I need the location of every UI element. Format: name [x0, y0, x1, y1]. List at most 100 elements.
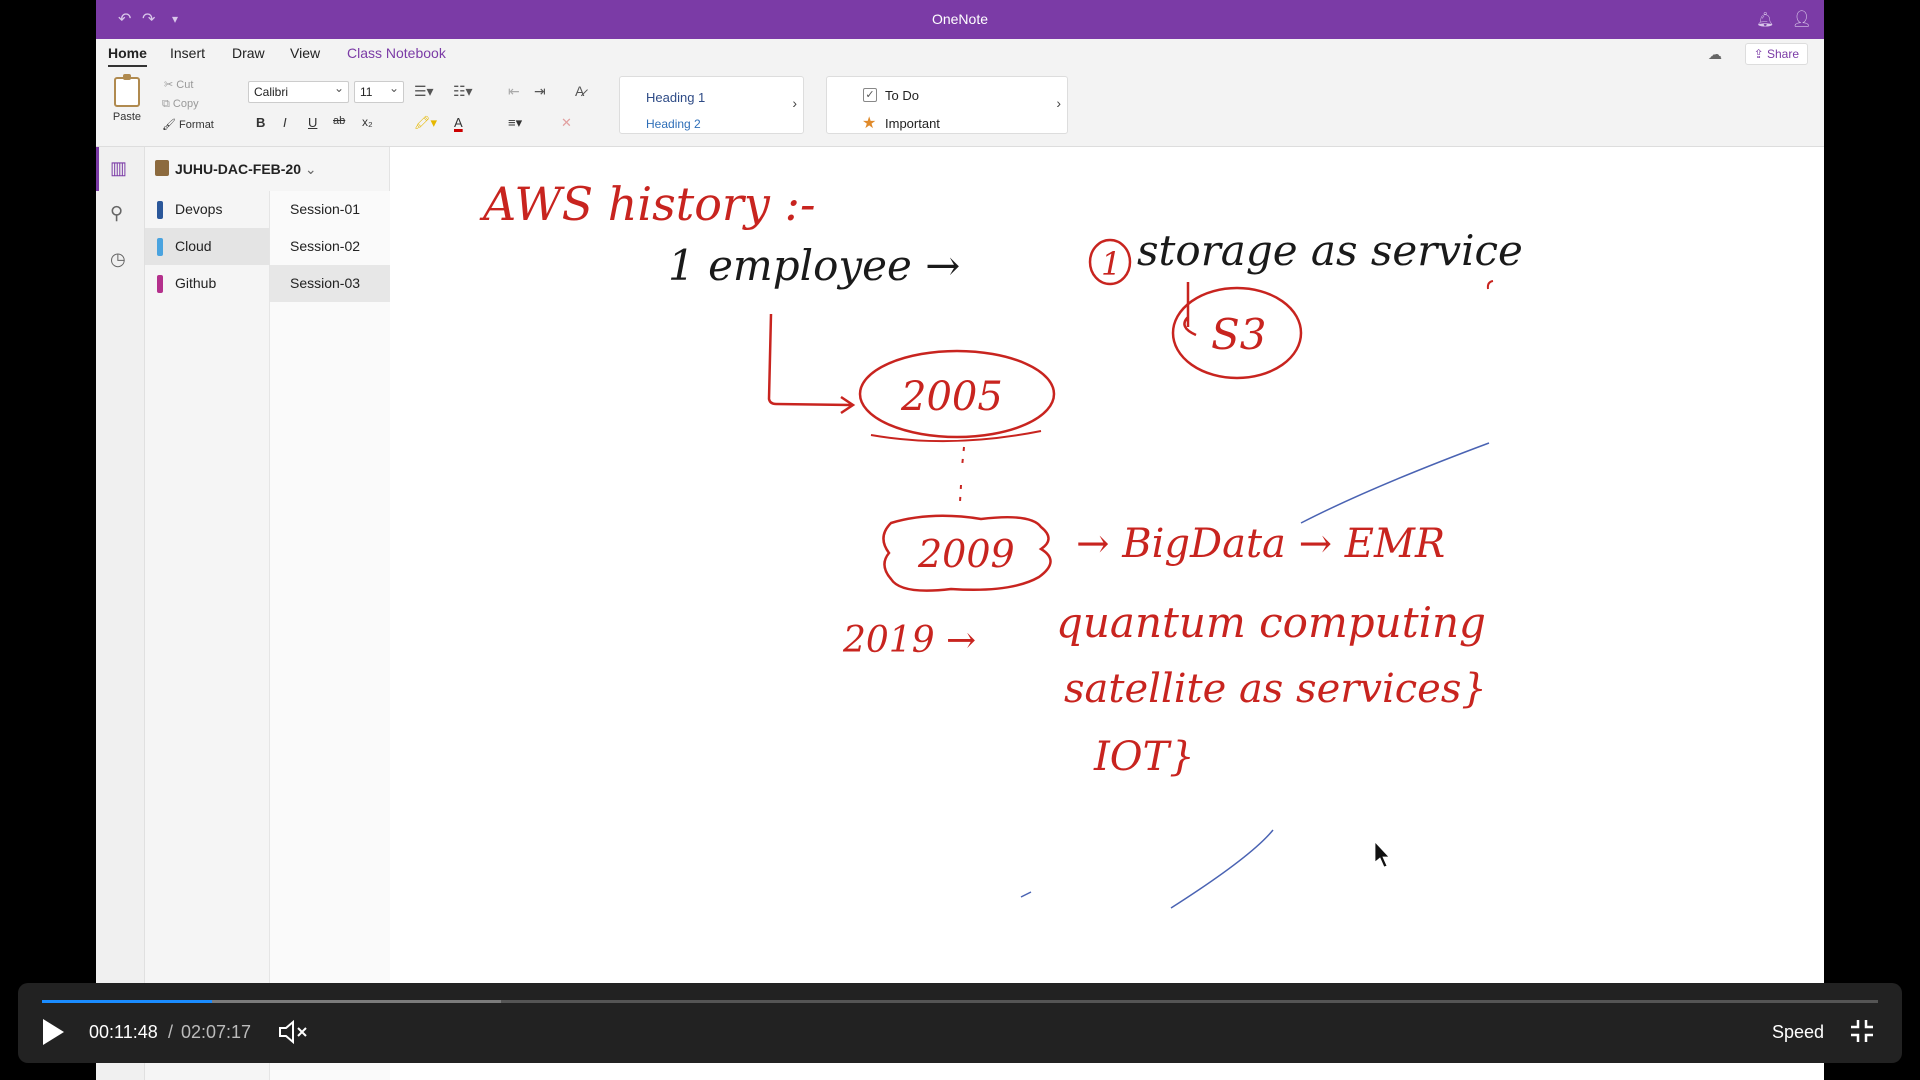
ink-stray-mark — [1486, 280, 1494, 290]
section-color-swatch — [157, 275, 163, 293]
tab-class-notebook[interactable]: Class Notebook — [347, 45, 446, 61]
mouse-cursor-icon — [1374, 840, 1390, 868]
italic-button[interactable]: I — [283, 115, 287, 130]
navigation-rail: ▥ ⚲ ◷ — [96, 147, 145, 1080]
mute-icon[interactable] — [278, 1019, 312, 1045]
video-player-controls: 00:11:48 / 02:07:17 Speed — [18, 983, 1902, 1063]
ink-employee: 1 employee → — [668, 241, 960, 290]
ink-arrow-2005 — [767, 313, 856, 415]
decrease-indent-icon[interactable]: ⇤ — [508, 83, 520, 100]
cut-label: Cut — [176, 79, 194, 91]
ink-2005: 2005 — [900, 374, 1003, 420]
progress-track[interactable] — [42, 1000, 1878, 1003]
tab-view[interactable]: View — [290, 45, 320, 61]
play-icon[interactable] — [40, 1017, 66, 1047]
notebook-selector[interactable]: JUHU-DAC-FEB-20 ⌄ — [175, 161, 317, 178]
ink-satellite: satellite as services} — [1064, 666, 1487, 712]
increase-indent-icon[interactable]: ⇥ — [534, 83, 546, 100]
copy-button[interactable]: ⧉ Copy — [162, 98, 199, 111]
ink-arrow-s3 — [1183, 282, 1197, 337]
section-label: Github — [175, 275, 217, 291]
style-heading-1[interactable]: Heading 1 — [646, 90, 705, 105]
section-color-swatch — [157, 201, 163, 219]
tag-important[interactable]: Important — [885, 116, 940, 131]
played-bar — [42, 1000, 213, 1003]
search-icon[interactable]: ⚲ — [110, 203, 123, 224]
title-bar: ↶ ↷ ▾ OneNote 🔔︎ 👤︎ — [96, 0, 1824, 39]
ink-blue-stroke-2 — [1170, 829, 1274, 909]
section-list: Devops Cloud Github — [145, 191, 269, 302]
bullets-icon[interactable]: ☰▾ — [414, 83, 434, 100]
section-item-cloud[interactable]: Cloud — [145, 228, 269, 265]
recent-icon[interactable]: ◷ — [110, 249, 126, 270]
todo-checkbox-icon: ✓ — [863, 88, 877, 102]
page-item-session-03[interactable]: Session-03 — [270, 265, 390, 302]
chevron-down-icon: ⌄ — [304, 161, 317, 177]
format-painter-button[interactable]: 🖌︎ Format — [162, 118, 214, 131]
subscript-button[interactable]: x₂ — [362, 115, 373, 129]
strikethrough-button[interactable]: ab — [333, 115, 345, 127]
account-icon[interactable]: 👤︎ — [1792, 9, 1812, 29]
ink-bigdata-emr: → BigData → EMR — [1076, 521, 1445, 567]
tags-more-icon[interactable]: › — [1056, 95, 1061, 111]
share-button[interactable]: ⇪ Share — [1744, 43, 1808, 65]
ink-2019: 2019 → — [842, 620, 976, 661]
ink-storage-service: storage as service — [1137, 226, 1523, 275]
numbering-icon[interactable]: ☷▾ — [453, 83, 473, 100]
page-canvas[interactable]: AWS history :- 1 employee → 1 storage as… — [391, 147, 1824, 1080]
tab-draw[interactable]: Draw — [232, 45, 265, 61]
style-heading-2[interactable]: Heading 2 — [646, 117, 701, 131]
notebook-pane: JUHU-DAC-FEB-20 ⌄ Devops Cloud Github Se… — [145, 147, 390, 1080]
notebook-name: JUHU-DAC-FEB-20 — [175, 161, 302, 177]
paste-label: Paste — [112, 111, 142, 123]
copy-label: Copy — [172, 98, 199, 110]
font-color-button[interactable]: A — [454, 115, 463, 130]
font-name-select[interactable]: Calibri — [248, 78, 349, 103]
star-icon: ★ — [862, 115, 877, 132]
font-size-select[interactable]: 11 — [354, 78, 404, 103]
speed-button[interactable]: Speed — [1772, 1022, 1824, 1043]
ink-quantum: quantum computing — [1056, 598, 1486, 647]
rail-active-indicator — [96, 147, 99, 191]
notebook-icon — [155, 160, 169, 176]
tag-todo[interactable]: To Do — [885, 88, 919, 103]
delete-icon[interactable]: ✕ — [561, 115, 572, 131]
ink-blue-stroke-3 — [1020, 891, 1032, 898]
clear-formatting-icon[interactable]: A̷ — [575, 83, 584, 99]
exit-fullscreen-icon[interactable] — [1850, 1019, 1874, 1043]
section-label: Cloud — [175, 238, 212, 254]
styles-more-icon[interactable]: › — [792, 95, 797, 111]
section-item-devops[interactable]: Devops — [145, 191, 269, 228]
section-color-swatch — [157, 238, 163, 256]
underline-button[interactable]: U — [308, 115, 317, 130]
tab-insert[interactable]: Insert — [170, 45, 205, 61]
cut-button[interactable]: ✂ Cut — [164, 78, 193, 91]
onenote-window: ↶ ↷ ▾ OneNote 🔔︎ 👤︎ Home Insert Draw Vie… — [96, 0, 1824, 1080]
format-label: Format — [179, 119, 214, 131]
ink-iot: IOT} — [1093, 734, 1195, 780]
clipboard-icon — [114, 74, 140, 107]
ink-heading: AWS history :- — [479, 177, 816, 231]
window-title: OneNote — [931, 11, 989, 27]
align-icon[interactable]: ≡▾ — [508, 115, 522, 131]
ribbon-tabs: Home Insert Draw View Class Notebook ☁︎ … — [96, 39, 1824, 69]
ink-circled-number: 1 — [1101, 245, 1121, 283]
tab-home[interactable]: Home — [108, 45, 147, 67]
page-item-session-01[interactable]: Session-01 — [270, 191, 390, 228]
ink-s3: S3 — [1211, 310, 1267, 359]
tags-gallery: ✓ To Do ★ Important › — [826, 76, 1068, 134]
ribbon-home: Paste ✂ Cut ⧉ Copy 🖌︎ Format Calibri 11 … — [96, 69, 1824, 147]
page-item-session-02[interactable]: Session-02 — [270, 228, 390, 265]
paste-button[interactable]: Paste — [110, 74, 144, 123]
highlight-icon[interactable]: 🖍︎▾ — [414, 115, 437, 131]
time-separator: / — [168, 1022, 174, 1042]
notebooks-icon[interactable]: ▥ — [110, 158, 127, 179]
bell-icon[interactable]: 🔔︎ — [1756, 11, 1774, 28]
bold-button[interactable]: B — [256, 115, 265, 130]
ink-blue-stroke-1 — [1300, 442, 1490, 524]
section-item-github[interactable]: Github — [145, 265, 269, 302]
sync-status-icon[interactable]: ☁︎ — [1708, 46, 1722, 63]
share-label: Share — [1766, 47, 1799, 61]
section-label: Devops — [175, 201, 223, 217]
styles-gallery: Heading 1 Heading 2 › — [619, 76, 804, 134]
